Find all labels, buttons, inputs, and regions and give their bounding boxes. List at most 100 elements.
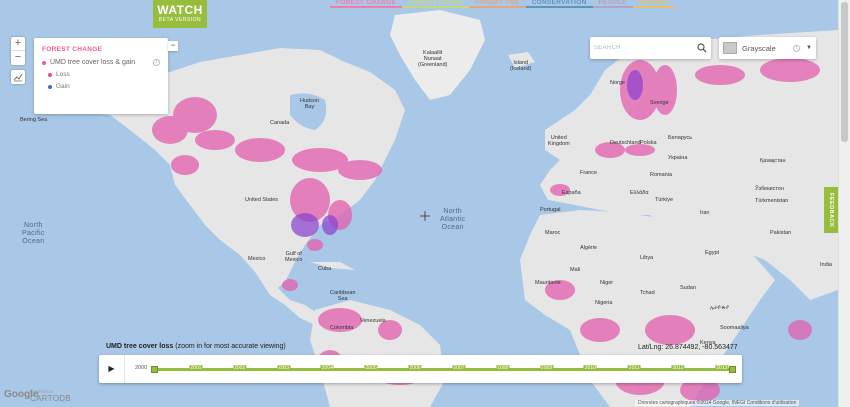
timeline-year-label[interactable]: 2002 bbox=[233, 365, 247, 371]
map-place-label: Ελλάδα bbox=[630, 190, 649, 196]
map-place-label: Gulf of Mexico bbox=[285, 251, 303, 264]
map-place-label: Caribbean Sea bbox=[330, 290, 356, 303]
map-place-label: Pakistan bbox=[770, 230, 792, 236]
search-box bbox=[590, 37, 711, 59]
carto-label: CARTODB bbox=[30, 394, 71, 403]
cartodb-logo[interactable]: POWERED BY CARTODB bbox=[30, 390, 71, 403]
nav-forest-change[interactable]: FOREST CHANGE bbox=[330, 0, 403, 8]
timeline-start-year: 2000 bbox=[135, 365, 148, 371]
map-place-label: Iran bbox=[700, 210, 710, 216]
timeline-subtitle: (zoom in for most accurate viewing) bbox=[175, 343, 286, 350]
map-place-label: Mexico bbox=[248, 256, 266, 262]
timeline-year-label[interactable]: 2003 bbox=[276, 365, 291, 371]
map-place-label: Canada bbox=[270, 120, 290, 126]
coordinates-readout: Lat/Lng: 26.874492, -80.563477 bbox=[638, 344, 738, 351]
timeline-caption: UMD tree cover loss (zoom in for most ac… bbox=[106, 343, 286, 350]
timeline-year-label[interactable]: 2005 bbox=[364, 365, 378, 371]
feedback-tab[interactable]: FEEDBACK bbox=[824, 187, 838, 233]
logo-title: WATCH bbox=[157, 3, 203, 17]
map-place-label: Tchad bbox=[640, 290, 655, 296]
map-place-label: Romania bbox=[650, 172, 673, 178]
map-place-label: Ўзбекистон bbox=[755, 186, 784, 192]
map-place-label: Polska bbox=[640, 140, 657, 146]
timeline-year-label[interactable]: 2008 bbox=[496, 365, 510, 371]
nav-conservation[interactable]: CONSERVATION bbox=[525, 0, 593, 8]
gain-swatch bbox=[48, 84, 52, 89]
zoom-out-button[interactable]: − bbox=[11, 51, 25, 65]
info-icon[interactable]: i bbox=[793, 44, 801, 52]
map-place-label: Maroc bbox=[545, 230, 561, 236]
map-place-label: Sverige bbox=[650, 100, 669, 106]
nav-people[interactable]: PEOPLE bbox=[592, 0, 633, 8]
timeline-years: 2001 2002 2003 2004 2005 2006 2007 2008 2009 2010… bbox=[152, 365, 735, 373]
map-place-label: Egypt bbox=[705, 250, 720, 256]
map-place-label: France bbox=[580, 170, 598, 176]
map-place-label: Kalaallit Nunaat (Greenland) bbox=[418, 50, 448, 69]
nav-forest-use[interactable]: FOREST USE bbox=[469, 0, 526, 8]
timeline-year-label[interactable]: 2004 bbox=[320, 365, 334, 371]
chart-icon bbox=[13, 73, 23, 82]
map-attribution[interactable]: Données cartographiques ©2014 Google, IN… bbox=[635, 400, 800, 406]
legend-loss: Loss bbox=[48, 71, 160, 78]
timeline-year-label[interactable]: 2006 bbox=[408, 365, 422, 371]
map-place-label: Libya bbox=[640, 255, 654, 261]
map-place-label: Sudan bbox=[680, 285, 696, 291]
scrollbar-thumb[interactable] bbox=[841, 2, 848, 142]
layer-active-dot bbox=[42, 60, 46, 65]
timeline-year-label[interactable]: 2007 bbox=[452, 365, 466, 371]
map-place-label: Türkiye bbox=[655, 197, 674, 203]
map-place-label: Қазақстан bbox=[760, 158, 786, 164]
timeline-year-label[interactable]: 2012 bbox=[671, 365, 685, 371]
timeline-year-label[interactable]: 2009 bbox=[539, 365, 554, 371]
panel-collapse-button[interactable]: − bbox=[168, 41, 178, 51]
forest-change-panel: FOREST CHANGE − UMD tree cover loss & ga… bbox=[34, 38, 178, 114]
map-place-label: Algérie bbox=[580, 245, 598, 251]
map-crosshair bbox=[420, 211, 430, 221]
landmass-cuba bbox=[310, 262, 355, 270]
map-place-label: Island (Iceland) bbox=[510, 60, 532, 73]
map-place-label: Deutschland bbox=[610, 140, 641, 146]
ocean-label-atlantic: North Atlantic Ocean bbox=[440, 208, 466, 232]
map-place-label: Україна bbox=[668, 155, 688, 161]
timeline-year-label[interactable]: 2001 bbox=[189, 365, 203, 371]
map-place-label: Mauritanie bbox=[535, 280, 561, 286]
zoom-in-button[interactable]: + bbox=[11, 37, 25, 51]
page-scrollbar[interactable] bbox=[838, 0, 850, 407]
basemap-thumbnail bbox=[723, 42, 737, 54]
info-icon[interactable]: i bbox=[153, 59, 160, 66]
timeline-year-label[interactable]: 2010 bbox=[583, 365, 597, 371]
ocean-label-pacific: North Pacific Ocean bbox=[22, 222, 45, 246]
search-input[interactable] bbox=[594, 45, 692, 51]
basemap-selector[interactable]: Grayscale i ▼ bbox=[719, 37, 816, 59]
watch-logo[interactable]: WATCH BETA VERSION bbox=[153, 0, 207, 28]
map-place-label: United Kingdom bbox=[548, 135, 570, 148]
zoom-control: + − bbox=[11, 37, 25, 65]
legend-loss-label: Loss bbox=[56, 71, 70, 78]
nav-stories[interactable]: STORIES bbox=[632, 0, 676, 8]
timeline-year-label[interactable]: 2013 bbox=[715, 365, 729, 371]
map-place-label: Venezuela bbox=[360, 318, 386, 324]
map-place-label: Soomaaliya bbox=[720, 325, 749, 331]
legend-gain: Gain bbox=[48, 83, 160, 90]
chevron-down-icon: ▼ bbox=[806, 45, 812, 51]
logo-subtitle: BETA VERSION bbox=[158, 17, 202, 23]
timeline-control: ▶ 2000 2001 2002 2003 2004 2005 2006 2007 2008 2… bbox=[99, 355, 742, 383]
nav-forest-cover[interactable]: FOREST COVER bbox=[402, 0, 470, 8]
timeline-year-label[interactable]: 2011 bbox=[627, 365, 641, 371]
chart-toggle-button[interactable] bbox=[11, 70, 25, 84]
map-place-label: India bbox=[820, 262, 832, 268]
map-place-label: Hudson Bay bbox=[300, 98, 319, 111]
search-icon[interactable] bbox=[697, 43, 707, 53]
timeline-title: UMD tree cover loss bbox=[106, 343, 174, 350]
layer-label: UMD tree cover loss & gain bbox=[50, 59, 136, 66]
map-place-label: United States bbox=[245, 197, 279, 203]
map-place-label: Mali bbox=[570, 267, 581, 273]
map-place-label: Niger bbox=[600, 280, 614, 286]
layer-umd-loss-gain[interactable]: UMD tree cover loss & gain i bbox=[42, 59, 160, 66]
play-button[interactable]: ▶ bbox=[99, 355, 125, 383]
map-place-label: Беларусь bbox=[668, 135, 693, 141]
map-place-label: Bering Sea bbox=[20, 117, 48, 123]
map-place-label: Colombia bbox=[330, 325, 354, 331]
map-place-label: Nigeria bbox=[595, 300, 613, 306]
map-place-label: España bbox=[562, 190, 581, 196]
